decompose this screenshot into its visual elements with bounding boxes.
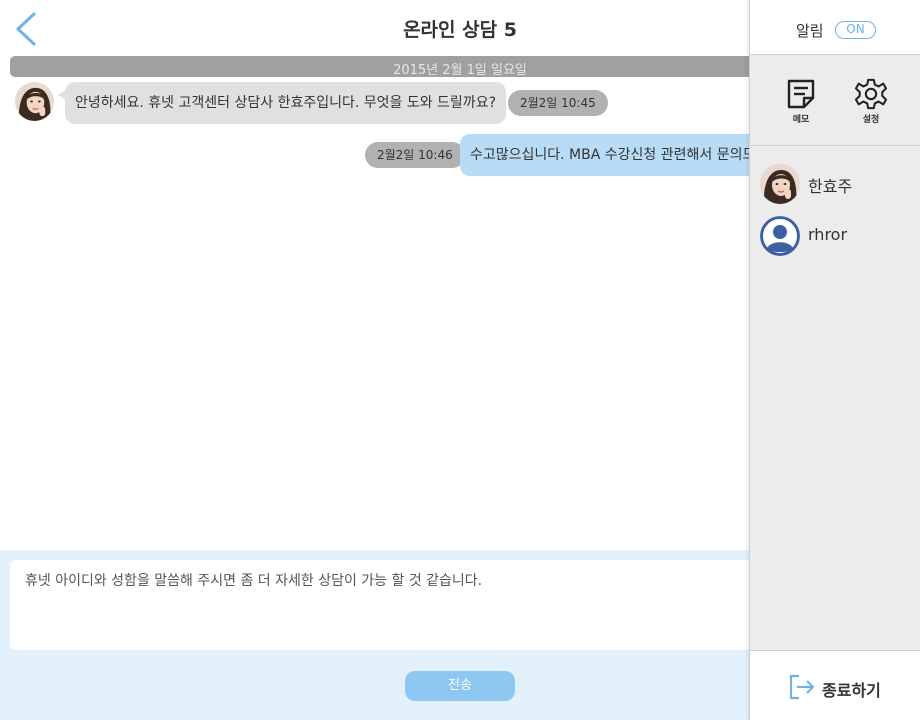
message-timestamp: 2월2일 10:46 <box>365 142 465 168</box>
chat-header <box>0 0 750 55</box>
logout-icon <box>789 674 815 700</box>
exit-label: 종료하기 <box>822 681 881 700</box>
chevron-left-icon <box>16 12 36 46</box>
participant-avatar <box>760 216 800 256</box>
message-text: 안녕하세요. 휴넷 고객센터 상담사 한효주입니다. 무엇을 도와 드릴까요? <box>75 95 497 111</box>
participant-name: rhror <box>808 225 848 244</box>
send-button[interactable]: 전송 <box>405 671 515 701</box>
notification-bar: 알림 ON <box>750 0 920 55</box>
memo-button[interactable]: 메모 <box>778 78 824 128</box>
settings-label: 설정 <box>862 115 880 125</box>
memo-icon <box>787 79 815 109</box>
sidebar-footer: 종료하기 <box>750 650 920 720</box>
notification-toggle[interactable]: ON <box>835 21 876 39</box>
participant-item[interactable]: rhror <box>760 216 910 256</box>
message-input[interactable] <box>10 560 750 650</box>
divider <box>750 145 920 146</box>
back-button[interactable] <box>10 10 42 48</box>
composer-panel: 전송 <box>0 550 750 720</box>
message-text: 수고많으십니다. MBA 수강신청 관련해서 문의드 <box>470 147 750 163</box>
chat-panel: 안녕하세요. 휴넷 고객센터 상담사 한효주입니다. 무엇을 도와 드릴까요? … <box>0 0 750 720</box>
agent-avatar <box>15 82 54 121</box>
agent-photo-icon <box>760 164 800 204</box>
divider <box>750 54 920 55</box>
incoming-message-bubble: 안녕하세요. 휴넷 고객센터 상담사 한효주입니다. 무엇을 도와 드릴까요? <box>57 82 507 124</box>
participant-avatar <box>760 164 800 204</box>
sidebar: 알림 ON 메모 설정 한효주 rhror 종료하기 <box>749 0 920 720</box>
agent-photo-icon <box>15 82 54 121</box>
message-timestamp: 2월2일 10:45 <box>508 90 608 116</box>
default-user-icon <box>760 216 800 256</box>
participant-name: 한효주 <box>808 177 853 196</box>
memo-label: 메모 <box>792 115 810 125</box>
settings-button[interactable]: 설정 <box>848 78 894 128</box>
notification-label: 알림 <box>796 22 824 40</box>
outgoing-message-bubble: 수고많으십니다. MBA 수강신청 관련해서 문의드 <box>460 134 750 176</box>
participant-item[interactable]: 한효주 <box>760 164 910 204</box>
gear-icon <box>854 78 888 110</box>
